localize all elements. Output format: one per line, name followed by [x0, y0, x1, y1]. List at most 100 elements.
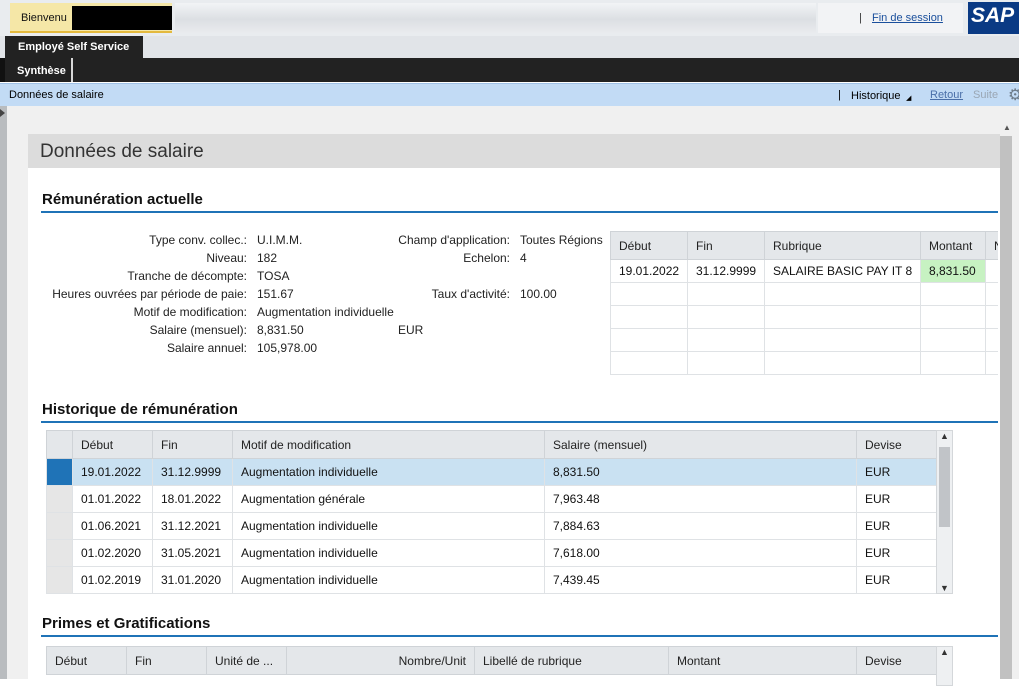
table-cell: 01.06.2021	[72, 512, 153, 540]
expand-arrow-icon[interactable]	[0, 109, 5, 117]
tab-employee-self-service[interactable]: Employé Self Service	[5, 36, 143, 58]
table-cell: 7,618.00	[544, 539, 857, 567]
column-header[interactable]: Devise	[856, 430, 937, 459]
redacted-user-name	[72, 6, 172, 30]
page-scrollbar-thumb[interactable]	[1000, 136, 1012, 679]
field-label: Echelon:	[463, 251, 510, 265]
table-cell: 19.01.2022	[610, 259, 688, 283]
table-cell: 7,963.48	[544, 485, 857, 513]
sap-logo-text: SAP	[971, 4, 1015, 27]
table-row[interactable]: 01.06.2021 31.12.2021 Augmentation indiv…	[46, 512, 937, 540]
scroll-up-icon[interactable]: ▲	[940, 431, 949, 441]
table-cell	[985, 259, 998, 283]
column-header[interactable]: Devise	[856, 646, 937, 675]
gear-icon[interactable]: ⚙	[1008, 85, 1019, 105]
salary-history-table: Début Fin Motif de modification Salaire …	[46, 430, 954, 594]
history-dropdown-icon[interactable]: ◢	[906, 94, 911, 102]
column-header[interactable]: Unité de ...	[206, 646, 287, 675]
scroll-up-icon[interactable]: ▲	[940, 647, 949, 657]
table-cell: Augmentation individuelle	[232, 566, 545, 594]
row-selector[interactable]	[46, 539, 73, 567]
table-cell: EUR	[856, 512, 937, 540]
table-row[interactable]: 19.01.2022 31.12.9999 SALAIRE BASIC PAY …	[610, 259, 998, 283]
table-cell: Augmentation générale	[232, 485, 545, 513]
column-header[interactable]: Début	[610, 231, 688, 260]
table-header-row: Début Fin Rubrique Montant N	[610, 231, 998, 260]
table-cell: 19.01.2022	[72, 458, 153, 486]
column-header[interactable]: Fin	[126, 646, 207, 675]
table-cell: Augmentation individuelle	[232, 539, 545, 567]
table-row[interactable]: 01.01.2022 18.01.2022 Augmentation génér…	[46, 485, 937, 513]
row-selector[interactable]	[46, 512, 73, 540]
bonuses-table: Début Fin Unité de ... Nombre/Unit Libel…	[46, 646, 954, 675]
table-cell: EUR	[856, 566, 937, 594]
table-header-row: Début Fin Motif de modification Salaire …	[46, 430, 937, 459]
table-cell: EUR	[856, 539, 937, 567]
page-scrollbar[interactable]: ▲	[1000, 123, 1012, 679]
scroll-down-icon[interactable]: ▼	[940, 583, 949, 593]
page-heading-bar: Données de salaire	[28, 134, 1006, 168]
logout-link[interactable]: Fin de session	[872, 12, 943, 24]
column-header[interactable]: Salaire (mensuel)	[544, 430, 857, 459]
table-cell: EUR	[856, 458, 937, 486]
field-value: TOSA	[257, 269, 290, 283]
navigation-panel-toggle[interactable]	[0, 106, 7, 679]
table-cell: 8,831.50	[544, 458, 857, 486]
empty-row	[610, 282, 998, 306]
column-header[interactable]: Libellé de rubrique	[474, 646, 669, 675]
field-label: Salaire annuel:	[166, 341, 247, 355]
field-value: 182	[257, 251, 278, 265]
section-divider	[41, 211, 998, 213]
column-header[interactable]: Montant	[668, 646, 857, 675]
welcome-label: Bienvenu	[21, 12, 67, 24]
scrollbar-thumb[interactable]	[939, 447, 950, 527]
field-value: 8,831.50	[257, 323, 304, 337]
column-header[interactable]: N	[985, 231, 998, 260]
empty-row	[610, 328, 998, 352]
nav-accent	[0, 58, 5, 82]
field-label: Heures ouvrées par période de paie:	[52, 287, 247, 301]
column-header[interactable]: Fin	[152, 430, 233, 459]
tab-synthese[interactable]: Synthèse	[11, 58, 73, 82]
table-row[interactable]: 01.02.2019 31.01.2020 Augmentation indiv…	[46, 566, 937, 594]
table-row[interactable]: 01.02.2020 31.05.2021 Augmentation indiv…	[46, 539, 937, 567]
column-header[interactable]: Rubrique	[764, 231, 921, 260]
table-cell: Augmentation individuelle	[232, 512, 545, 540]
scroll-up-icon[interactable]: ▲	[1003, 123, 1011, 132]
table-cell: SALAIRE BASIC PAY IT 8	[764, 259, 921, 283]
column-header[interactable]: Montant	[920, 231, 986, 260]
back-button[interactable]: Retour	[930, 89, 963, 101]
row-selector-header[interactable]	[46, 430, 73, 459]
history-table-scrollbar[interactable]: ▲ ▼	[936, 430, 953, 594]
field-label: Motif de modification:	[133, 305, 247, 319]
toolbar-page-title: Données de salaire	[9, 89, 104, 101]
toolbar-separator: |	[838, 89, 841, 101]
column-header[interactable]: Début	[46, 646, 127, 675]
page-title: Données de salaire	[40, 141, 204, 162]
row-selector[interactable]	[46, 566, 73, 594]
wage-type-table: Début Fin Rubrique Montant N 19.01.2022 …	[610, 231, 998, 375]
column-header[interactable]: Nombre/Unit	[286, 646, 475, 675]
empty-row	[610, 305, 998, 329]
second-level-navigation: Synthèse	[0, 58, 1019, 82]
table-cell: 31.12.2021	[152, 512, 233, 540]
row-selector[interactable]	[46, 458, 73, 486]
field-label: Champ d'application:	[398, 233, 510, 247]
next-button: Suite	[973, 89, 999, 101]
field-value: 100.00	[520, 287, 557, 301]
section-title-bonuses: Primes et Gratifications	[42, 615, 211, 632]
header-banner	[175, 3, 816, 33]
table-row-selected[interactable]: 19.01.2022 31.12.9999 Augmentation indiv…	[46, 458, 937, 486]
table-cell: Augmentation individuelle	[232, 458, 545, 486]
column-header[interactable]: Début	[72, 430, 153, 459]
session-area: | Fin de session	[818, 3, 963, 33]
content-area: Données de salaire Rémunération actuelle…	[7, 106, 1019, 686]
field-value: Augmentation individuelle	[257, 305, 394, 319]
row-selector[interactable]	[46, 485, 73, 513]
column-header[interactable]: Fin	[687, 231, 765, 260]
history-menu-button[interactable]: Historique	[851, 90, 901, 102]
column-header[interactable]: Motif de modification	[232, 430, 545, 459]
bonuses-table-scrollbar[interactable]: ▲	[936, 646, 953, 686]
field-label: Taux d'activité:	[431, 287, 510, 301]
salary-currency: EUR	[398, 323, 424, 337]
